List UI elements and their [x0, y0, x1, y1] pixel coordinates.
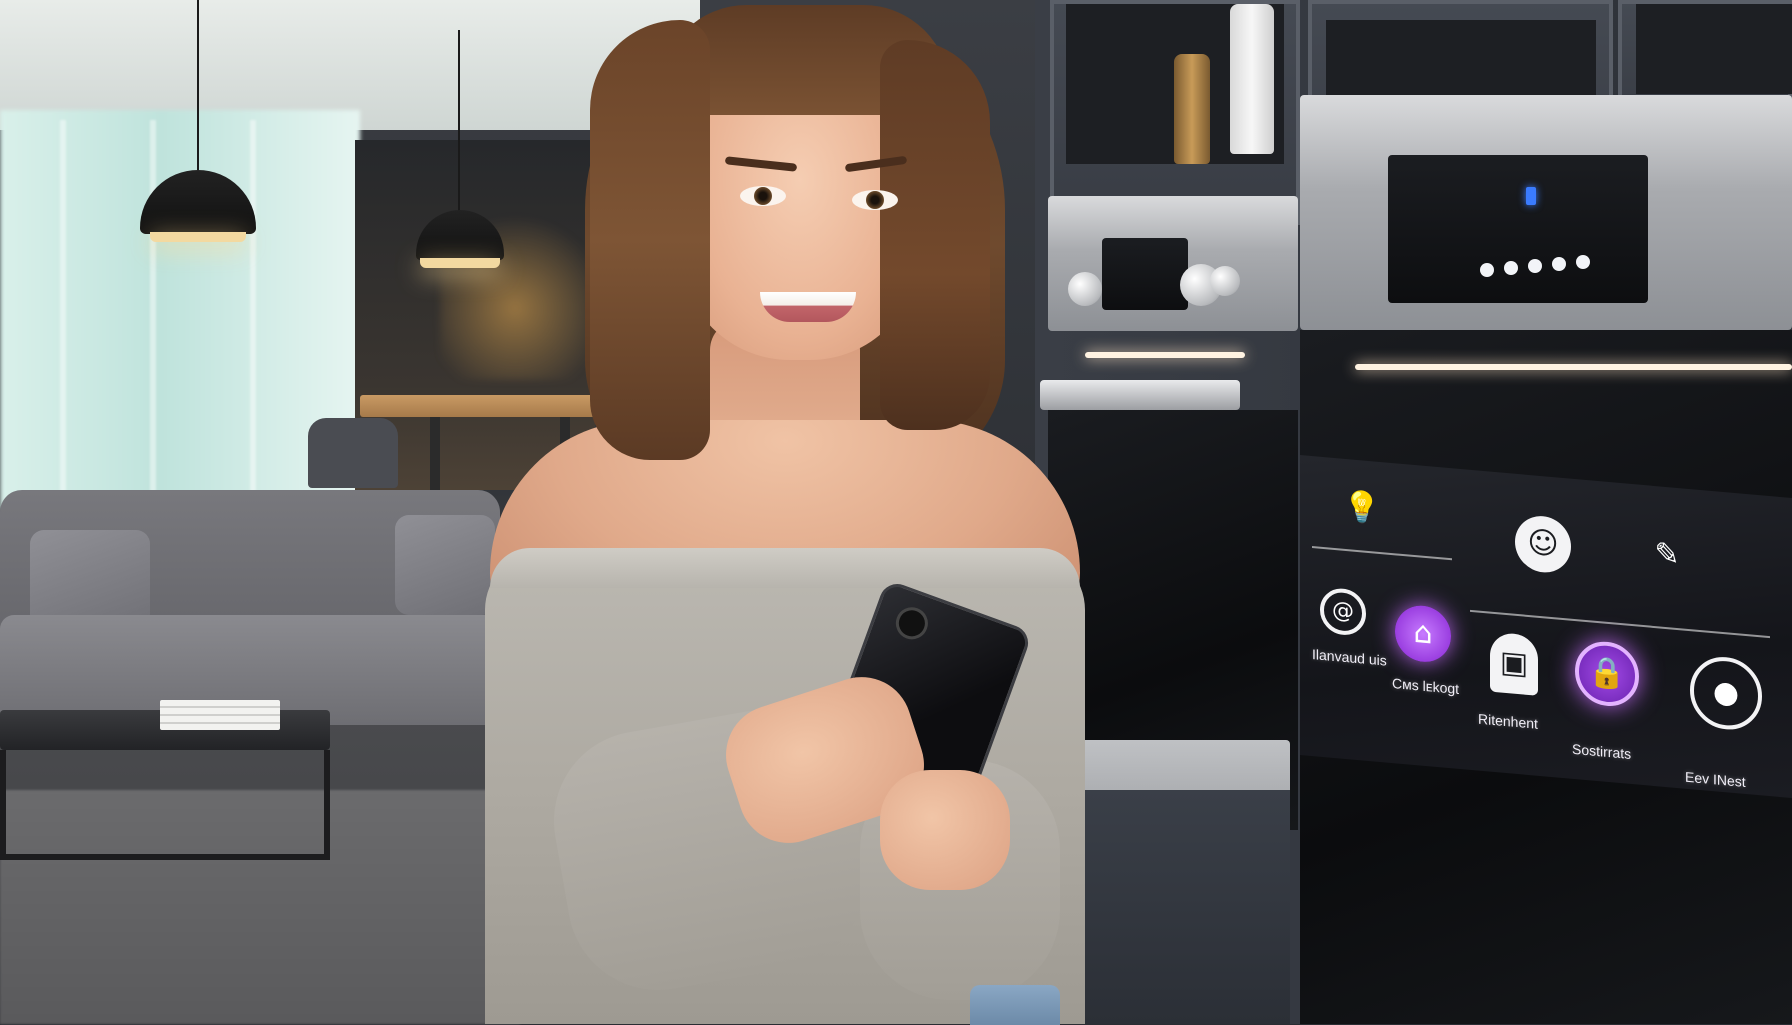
eye	[852, 190, 898, 210]
curtain-fold	[250, 120, 256, 500]
oven-light-strip	[1085, 352, 1245, 358]
led-button[interactable]	[1528, 259, 1542, 273]
sweater-neckline	[490, 548, 1080, 588]
sofa-cushion	[395, 515, 495, 615]
home-icon[interactable]: ⌂	[1395, 603, 1451, 665]
panel-label: Cᴍs lᴇkogt	[1392, 675, 1460, 697]
lock-icon[interactable]: 🔒	[1575, 639, 1639, 709]
panel-label: Ritenhent	[1478, 710, 1538, 732]
panel-label: Sostirrats	[1572, 740, 1632, 762]
oven-knob[interactable]	[1068, 272, 1102, 306]
eye	[740, 186, 786, 206]
camera-icon	[891, 602, 933, 644]
hair	[880, 40, 990, 430]
panel-label: Eev INest	[1685, 768, 1746, 790]
face-icon[interactable]: ☺	[1515, 513, 1571, 575]
led-button[interactable]	[1504, 261, 1518, 275]
target-icon[interactable]: ●	[1690, 654, 1762, 733]
table-leg	[430, 417, 440, 497]
lamp-light	[420, 258, 500, 268]
hand	[880, 770, 1010, 890]
smart-home-panel: 💡 ☺ ✎ @ ⌂ ▣ 🔒 ● Ilanvaud uis Cᴍs lᴇkogt …	[1300, 455, 1792, 799]
oven-knob[interactable]	[1210, 266, 1240, 296]
upper-cabinet	[1050, 0, 1300, 225]
panel-label: Ilanvaud uis	[1312, 646, 1387, 669]
window-curtains	[0, 110, 360, 510]
lower-cabinet	[1080, 790, 1290, 1024]
panel-divider	[1312, 546, 1452, 561]
lamp-cord	[458, 30, 460, 215]
oven-display	[1388, 155, 1648, 303]
bottle	[1174, 54, 1210, 164]
status-indicator	[1526, 187, 1536, 205]
curtain-fold	[60, 120, 66, 500]
house-icon[interactable]: ▣	[1490, 631, 1538, 696]
dining-table	[360, 395, 600, 417]
oven-display	[1102, 238, 1188, 310]
jar	[1230, 4, 1274, 154]
curtain-fold	[150, 120, 156, 500]
led-button[interactable]	[1480, 263, 1494, 277]
book-stack	[160, 700, 280, 730]
oven-light-strip	[1355, 364, 1792, 370]
led-button[interactable]	[1552, 257, 1566, 271]
wand-icon[interactable]: ✎	[1645, 525, 1689, 585]
lamp-cord	[197, 0, 199, 170]
dining-chair	[308, 418, 398, 488]
swirl-icon[interactable]: @	[1320, 586, 1366, 637]
oven-handle[interactable]	[1040, 380, 1240, 410]
led-button[interactable]	[1576, 255, 1590, 269]
hair	[590, 20, 710, 460]
cabinet-shelf	[1636, 4, 1792, 94]
coffee-table-legs	[0, 750, 330, 860]
jeans	[970, 985, 1060, 1025]
lightbulb-icon[interactable]: 💡	[1340, 478, 1384, 538]
lamp-light	[150, 232, 246, 242]
smile	[760, 292, 856, 322]
